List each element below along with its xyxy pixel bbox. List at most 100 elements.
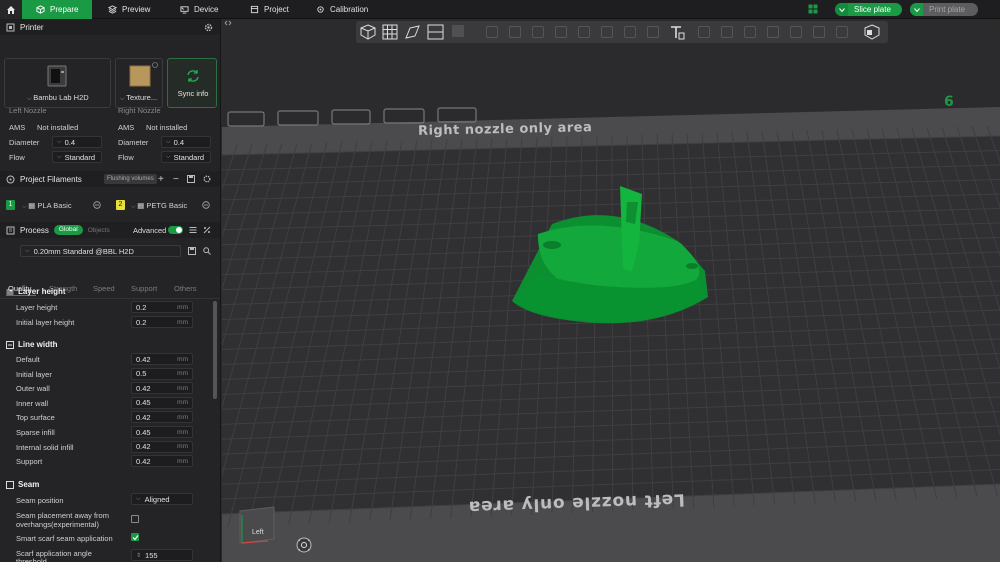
tab-preview[interactable]: Preview (94, 0, 164, 19)
toolbar-tool-button[interactable] (624, 26, 636, 38)
toolbar-disabled-button[interactable] (452, 25, 464, 37)
left-nozzle-title: Left Nozzle (9, 106, 47, 115)
home-icon (7, 5, 15, 14)
check-icon (132, 535, 139, 541)
text-tool-icon[interactable] (669, 24, 685, 40)
chevron-down-icon[interactable] (910, 3, 923, 16)
chevron-down-icon[interactable] (835, 3, 848, 16)
home-button[interactable] (0, 0, 22, 19)
toolbar-tool-button[interactable] (744, 26, 756, 38)
filament-2-remove-icon[interactable] (202, 201, 210, 209)
setting-label: Top surface (16, 413, 55, 423)
list-icon[interactable] (189, 226, 197, 234)
plate-split-icon[interactable] (427, 24, 444, 40)
smart-scarf-label: Smart scarf seam application (16, 534, 113, 543)
remove-filament-icon[interactable]: − (173, 174, 179, 185)
setting-unit: mm (177, 303, 188, 311)
toolbar-tool-button[interactable] (647, 26, 659, 38)
filament-1-remove-icon[interactable] (93, 201, 101, 209)
settings-scrollbar[interactable] (213, 301, 217, 399)
setting-value-input[interactable]: 0.42 mm (131, 353, 193, 365)
smart-scarf-checkbox[interactable] (131, 533, 139, 541)
gear-icon[interactable] (204, 23, 213, 32)
toolbar-tool-button[interactable] (601, 26, 613, 38)
setting-value: 0.2 (136, 302, 147, 312)
tab-prepare[interactable]: Prepare (22, 0, 92, 19)
flushing-volumes-button[interactable]: Flushing volumes (104, 174, 157, 184)
setting-unit: mm (177, 443, 188, 451)
sync-info-button[interactable]: Sync info (167, 58, 217, 108)
collapse-sidebar-icon[interactable] (224, 20, 232, 26)
setting-unit: mm (177, 318, 188, 326)
filament-1-select[interactable]: ⌵ ▦ PLA Basic (22, 201, 72, 211)
left-flow-select[interactable]: ⌵ Standard (52, 151, 102, 163)
filament-2-select[interactable]: ⌵ ▦ PETG Basic (131, 201, 187, 211)
seam-position-select[interactable]: ⌵ Aligned (131, 493, 193, 505)
gear-icon[interactable] (203, 175, 211, 183)
setting-unit: mm (177, 355, 188, 363)
add-model-icon[interactable] (360, 24, 377, 40)
toolbar-tool-button[interactable] (698, 26, 710, 38)
save-icon[interactable] (188, 247, 196, 255)
setting-value-input[interactable]: 0.42 mm (131, 411, 193, 424)
process-section-title: Process (20, 225, 49, 235)
camera-reset-icon[interactable] (296, 537, 312, 553)
setting-value-input[interactable]: 0.42 mm (131, 455, 193, 468)
process-profile-select[interactable]: ⌵ 0.20mm Standard @BBL H2D (20, 245, 181, 257)
info-icon[interactable] (152, 62, 158, 68)
seam-away-checkbox[interactable] (131, 515, 139, 523)
plate-card[interactable]: ⌵ Texture... (115, 58, 163, 108)
add-filament-icon[interactable]: + (158, 174, 164, 185)
toolbar-tool-button[interactable] (721, 26, 733, 38)
save-icon[interactable] (187, 175, 195, 183)
scarf-angle-input[interactable]: ⇕ 155 (131, 549, 193, 561)
subtab-others[interactable]: Others (174, 284, 197, 293)
assembly-icon[interactable] (864, 24, 881, 40)
subtab-speed[interactable]: Speed (93, 284, 115, 293)
setting-value-input[interactable]: 0.42 mm (131, 440, 193, 453)
arrange-icon[interactable] (382, 24, 398, 40)
toolbar-tool-button[interactable] (767, 26, 779, 38)
orient-icon[interactable] (404, 24, 421, 40)
seam-away-label-2: overhangs(experimental) (16, 520, 99, 529)
sync-info-label: Sync info (177, 89, 209, 98)
setting-value-input[interactable]: 0.45 mm (131, 396, 193, 409)
setting-value-input[interactable]: 0.5 mm (131, 367, 193, 380)
layer-height-icon (6, 289, 14, 294)
toolbar-tool-button[interactable] (836, 26, 848, 38)
print-plate-button[interactable]: Print plate (910, 3, 978, 16)
scope-objects-toggle[interactable]: Objects (88, 227, 110, 234)
view-orientation-cube[interactable]: Left (238, 505, 276, 547)
compare-icon[interactable] (203, 226, 211, 234)
setting-unit: mm (177, 413, 188, 421)
setting-value: 0.5 (136, 369, 147, 379)
tab-calibration[interactable]: Calibration (302, 0, 382, 19)
divider (0, 298, 220, 299)
setting-value-input[interactable]: 0.42 mm (131, 382, 193, 395)
3d-viewport[interactable]: 6 Right nozzle only area Left nozzle onl… (222, 19, 1000, 562)
toolbar-tool-button[interactable] (555, 26, 567, 38)
left-diameter-select[interactable]: ⌵ 0.4 (52, 136, 102, 148)
setting-value-input[interactable]: 0.2 mm (131, 301, 193, 313)
process-icon (6, 226, 15, 234)
slice-plate-button[interactable]: Slice plate (835, 3, 902, 16)
toolbar-tool-button[interactable] (790, 26, 802, 38)
print-plate-label: Print plate (929, 5, 966, 14)
printer-card[interactable]: ⌵ Bambu Lab H2D (4, 58, 111, 108)
advanced-toggle[interactable] (168, 226, 183, 234)
search-icon[interactable] (203, 247, 211, 255)
right-flow-select[interactable]: ⌵ Standard (161, 151, 211, 163)
tab-project[interactable]: Project (236, 0, 306, 19)
toolbar-tool-button[interactable] (813, 26, 825, 38)
grid-toggle-button[interactable] (808, 4, 818, 14)
tab-device[interactable]: Device (166, 0, 238, 19)
toolbar-tool-button[interactable] (486, 26, 498, 38)
toolbar-tool-button[interactable] (509, 26, 521, 38)
toolbar-tool-button[interactable] (532, 26, 544, 38)
right-diameter-select[interactable]: ⌵ 0.4 (161, 136, 211, 148)
setting-value-input[interactable]: 0.45 mm (131, 426, 193, 438)
toolbar-tool-button[interactable] (578, 26, 590, 38)
setting-value-input[interactable]: 0.2 mm (131, 316, 193, 328)
scope-global-toggle[interactable]: Global (53, 225, 83, 235)
subtab-support[interactable]: Support (131, 284, 157, 293)
